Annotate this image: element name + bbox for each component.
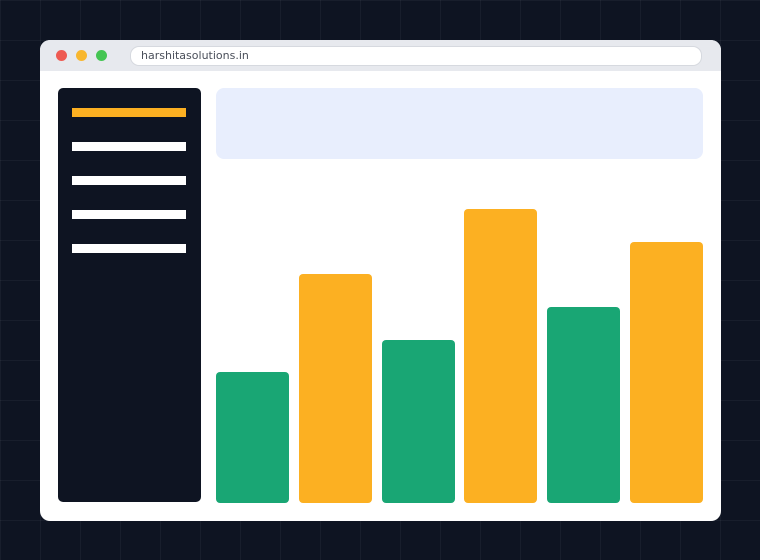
bar-chart	[216, 170, 703, 503]
maximize-window-button[interactable]	[96, 50, 107, 61]
chart-bar-3	[381, 340, 455, 503]
chart-bar-2	[298, 274, 372, 503]
address-bar-url: harshitasolutions.in	[141, 49, 249, 62]
sidebar-item-4[interactable]	[72, 210, 186, 219]
sidebar-item-3[interactable]	[72, 176, 186, 185]
sidebar-item-5[interactable]	[72, 244, 186, 253]
sidebar-item-1[interactable]	[72, 108, 186, 117]
header-banner	[216, 88, 703, 159]
browser-titlebar: harshitasolutions.in	[40, 40, 721, 71]
minimize-window-button[interactable]	[76, 50, 87, 61]
close-window-button[interactable]	[56, 50, 67, 61]
chart-bar-4	[464, 209, 538, 503]
chart-bar-5	[547, 307, 621, 503]
chart-bar-1	[216, 372, 289, 503]
sidebar-item-2[interactable]	[72, 142, 186, 151]
address-bar[interactable]: harshitasolutions.in	[130, 46, 702, 66]
chart-bar-6	[630, 242, 703, 503]
browser-window: harshitasolutions.in	[40, 40, 721, 521]
sidebar	[58, 88, 201, 502]
